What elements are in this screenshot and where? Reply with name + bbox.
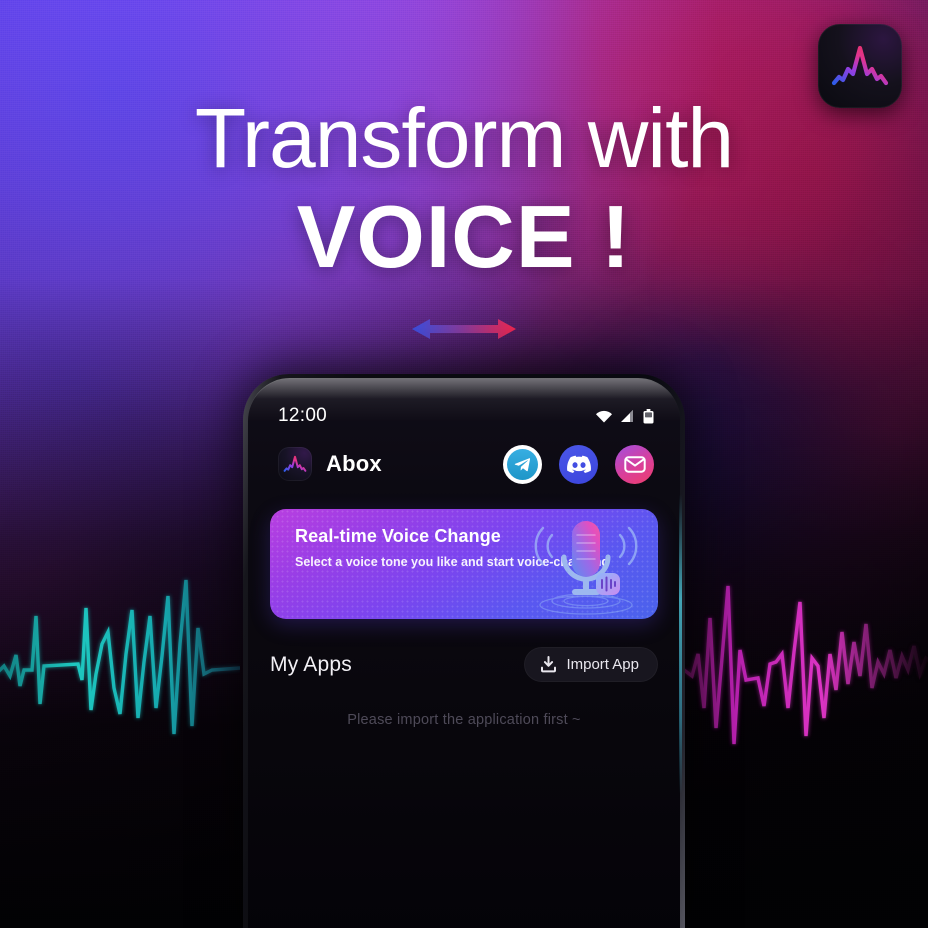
audio-waveform-icon [684,585,928,745]
battery-icon [643,408,654,423]
social-links [503,444,654,484]
headline: Transform with VOICE ! [0,96,928,287]
telegram-icon [507,448,538,480]
double-headed-arrow-icon [412,319,516,339]
import-app-button[interactable]: Import App [524,647,658,682]
envelope-icon [623,455,646,473]
my-apps-title: My Apps [270,652,352,676]
header-app-logo [278,447,312,481]
empty-state-text: Please import the application first ~ [347,712,581,728]
headline-line-2: VOICE ! [296,187,632,286]
discord-icon [566,455,591,473]
discord-button[interactable] [559,444,598,484]
download-icon [541,656,557,673]
abox-waveform-peak-icon [831,45,889,86]
telegram-button[interactable] [503,444,542,484]
audio-waveform-icon [0,579,240,735]
microphone-icon [534,521,638,615]
my-apps-section-header: My Apps Import App [248,647,680,682]
phone-mockup: 12:00 Abox Real-time Voice Change Select… [243,374,685,928]
app-title: Abox [326,451,382,476]
app-header: Abox [248,431,680,489]
mail-button[interactable] [615,444,654,484]
status-bar: 12:00 [248,379,680,431]
import-app-label: Import App [566,656,639,673]
status-time: 12:00 [278,405,328,426]
phone-screen: 12:00 Abox Real-time Voice Change Select… [248,379,680,928]
abox-waveform-peak-icon [283,455,307,472]
realtime-voice-change-banner[interactable]: Real-time Voice Change Select a voice to… [270,509,658,619]
status-icons [595,408,654,424]
cellular-signal-icon [621,410,633,422]
wifi-icon [596,410,612,423]
headline-line-1: Transform with [194,91,734,185]
